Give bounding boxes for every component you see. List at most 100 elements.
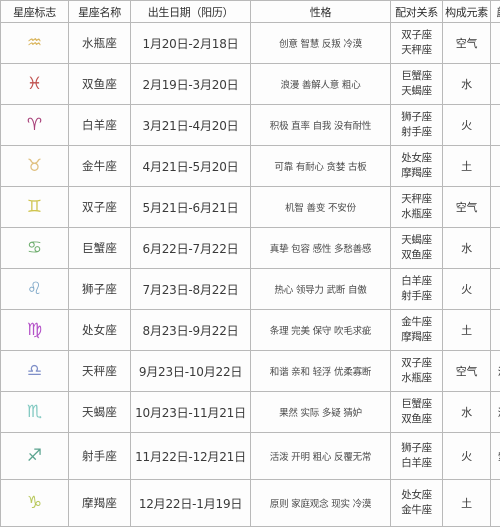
pairing-first: 天秤座 xyxy=(401,192,432,205)
zodiac-symbol-icon: ♏ xyxy=(0,391,69,433)
table-row: ♓双鱼座2月19日-3月20日浪漫 善解人意 粗心巨蟹座天蝎座水蓝Pisces xyxy=(0,63,500,105)
zodiac-pairing: 处女座 摩羯座 xyxy=(390,145,443,187)
column-header-name: 星座名称 xyxy=(68,0,131,23)
pairing-first: 狮子座 xyxy=(401,110,432,123)
pairing-first: 处女座 xyxy=(401,488,432,501)
zodiac-birthdate: 2月19日-3月20日 xyxy=(130,63,251,105)
table-row: ♋巨蟹座6月22日-7月22日真挚 包容 感性 多愁善感天蝎座双鱼座水白Canc… xyxy=(0,227,500,269)
zodiac-symbol-icon: ♓ xyxy=(0,63,69,105)
zodiac-element: 土 xyxy=(442,479,491,527)
pairing-second: 摩羯座 xyxy=(401,331,432,343)
zodiac-color: 深红 xyxy=(490,391,500,433)
zodiac-name: 水瓶座 xyxy=(68,22,131,64)
zodiac-element: 火 xyxy=(442,432,491,480)
zodiac-pairing: 巨蟹座 天蝎座 xyxy=(390,63,443,105)
pairing-second: 射手座 xyxy=(401,126,432,138)
zodiac-birthdate: 11月22日-12月21日 xyxy=(130,432,251,480)
zodiac-birthdate: 10月23日-11月21日 xyxy=(130,391,251,433)
zodiac-table: 星座标志 星座名称 出生日期（阳历） 性格 配对关系 构成元素 颜色 英文名称 … xyxy=(0,0,500,527)
pairing-first: 白羊座 xyxy=(401,274,432,287)
table-row: ♑摩羯座12月22日-1月19日原则 家庭观念 现实 冷漠处女座金牛座土黑Cap… xyxy=(0,479,500,527)
zodiac-birthdate: 7月23日-8月22日 xyxy=(130,268,251,310)
pairing-first: 处女座 xyxy=(401,151,432,164)
zodiac-birthdate: 1月20日-2月18日 xyxy=(130,22,251,64)
zodiac-personality: 热心 领导力 武断 自傲 xyxy=(250,268,391,310)
zodiac-name: 射手座 xyxy=(68,432,131,480)
column-header-color: 颜色 xyxy=(490,0,500,23)
zodiac-pairing: 双子座 水瓶座 xyxy=(390,350,443,392)
zodiac-color: 白 xyxy=(490,227,500,269)
zodiac-color: 灰 xyxy=(490,309,500,351)
zodiac-element: 火 xyxy=(442,104,491,146)
pairing-second: 双鱼座 xyxy=(401,249,432,261)
table-row: ♍处女座8月23日-9月22日条理 完美 保守 吹毛求疵金牛座摩羯座土灰Virg… xyxy=(0,309,500,351)
zodiac-birthdate: 9月23日-10月22日 xyxy=(130,350,251,392)
zodiac-element: 空气 xyxy=(442,22,491,64)
table-row: ♉金牛座4月21日-5月20日可靠 有耐心 贪婪 古板处女座摩羯座土绿Tauru… xyxy=(0,145,500,187)
zodiac-element: 水 xyxy=(442,391,491,433)
zodiac-color: 蓝 xyxy=(490,63,500,105)
zodiac-name: 天蝎座 xyxy=(68,391,131,433)
table-row: ♐射手座11月22日-12月21日活泼 开明 粗心 反覆无常狮子座白羊座火紫红S… xyxy=(0,432,500,480)
zodiac-pairing: 金牛座 摩羯座 xyxy=(390,309,443,351)
pairing-second: 射手座 xyxy=(401,290,432,302)
column-header-birthdate: 出生日期（阳历） xyxy=(130,0,251,23)
zodiac-pairing: 处女座 金牛座 xyxy=(390,479,443,527)
zodiac-pairing: 巨蟹座 双鱼座 xyxy=(390,391,443,433)
zodiac-element: 水 xyxy=(442,63,491,105)
zodiac-pairing: 狮子座 白羊座 xyxy=(390,432,443,480)
zodiac-color: 绿 xyxy=(490,145,500,187)
zodiac-personality: 条理 完美 保守 吹毛求疵 xyxy=(250,309,391,351)
zodiac-personality: 积极 直率 自我 没有耐性 xyxy=(250,104,391,146)
zodiac-pairing: 白羊座 射手座 xyxy=(390,268,443,310)
zodiac-element: 水 xyxy=(442,227,491,269)
zodiac-name: 巨蟹座 xyxy=(68,227,131,269)
pairing-second: 白羊座 xyxy=(401,457,432,469)
zodiac-element: 空气 xyxy=(442,186,491,228)
zodiac-pairing: 双子座 天秤座 xyxy=(390,22,443,64)
zodiac-personality: 浪漫 善解人意 粗心 xyxy=(250,63,391,105)
zodiac-symbol-icon: ♊ xyxy=(0,186,69,228)
pairing-second: 天蝎座 xyxy=(401,85,432,97)
zodiac-color: 橙 xyxy=(490,268,500,310)
pairing-first: 狮子座 xyxy=(401,441,432,454)
zodiac-color: 黑 xyxy=(490,479,500,527)
zodiac-color: 紫红 xyxy=(490,432,500,480)
pairing-second: 双鱼座 xyxy=(401,413,432,425)
zodiac-element: 火 xyxy=(442,268,491,310)
zodiac-personality: 创意 智慧 反叛 冷漠 xyxy=(250,22,391,64)
column-header-element: 构成元素 xyxy=(442,0,491,23)
zodiac-birthdate: 8月23日-9月22日 xyxy=(130,309,251,351)
zodiac-personality: 真挚 包容 感性 多愁善感 xyxy=(250,227,391,269)
zodiac-name: 处女座 xyxy=(68,309,131,351)
table-row: ♏天蝎座10月23日-11月21日果然 实际 多疑 猜妒巨蟹座双鱼座水深红Sco… xyxy=(0,391,500,433)
zodiac-name: 金牛座 xyxy=(68,145,131,187)
zodiac-name: 天秤座 xyxy=(68,350,131,392)
pairing-first: 天蝎座 xyxy=(401,233,432,246)
zodiac-birthdate: 12月22日-1月19日 xyxy=(130,479,251,527)
column-header-pairing: 配对关系 xyxy=(390,0,443,23)
zodiac-color: 黑 xyxy=(490,22,500,64)
zodiac-symbol-icon: ♎ xyxy=(0,350,69,392)
zodiac-pairing: 狮子座 射手座 xyxy=(390,104,443,146)
zodiac-symbol-icon: ♒ xyxy=(0,22,69,64)
zodiac-element: 空气 xyxy=(442,350,491,392)
zodiac-name: 摩羯座 xyxy=(68,479,131,527)
zodiac-name: 狮子座 xyxy=(68,268,131,310)
column-header-symbol: 星座标志 xyxy=(0,0,69,23)
zodiac-birthdate: 4月21日-5月20日 xyxy=(130,145,251,187)
zodiac-pairing: 天蝎座 双鱼座 xyxy=(390,227,443,269)
column-header-personality: 性格 xyxy=(250,0,391,23)
zodiac-personality: 活泼 开明 粗心 反覆无常 xyxy=(250,432,391,480)
zodiac-personality: 机智 善变 不安份 xyxy=(250,186,391,228)
pairing-first: 巨蟹座 xyxy=(401,397,432,410)
zodiac-personality: 原则 家庭观念 现实 冷漠 xyxy=(250,479,391,527)
zodiac-pairing: 天秤座 水瓶座 xyxy=(390,186,443,228)
zodiac-color: 黄 xyxy=(490,186,500,228)
header-row: 星座标志 星座名称 出生日期（阳历） 性格 配对关系 构成元素 颜色 英文名称 xyxy=(0,0,500,23)
zodiac-personality: 果然 实际 多疑 猜妒 xyxy=(250,391,391,433)
zodiac-birthdate: 5月21日-6月21日 xyxy=(130,186,251,228)
table-row: ♈白羊座3月21日-4月20日积极 直率 自我 没有耐性狮子座射手座火红Arie… xyxy=(0,104,500,146)
table-row: ♌狮子座7月23日-8月22日热心 领导力 武断 自傲白羊座射手座火橙Leo xyxy=(0,268,500,310)
pairing-second: 水瓶座 xyxy=(401,208,432,220)
